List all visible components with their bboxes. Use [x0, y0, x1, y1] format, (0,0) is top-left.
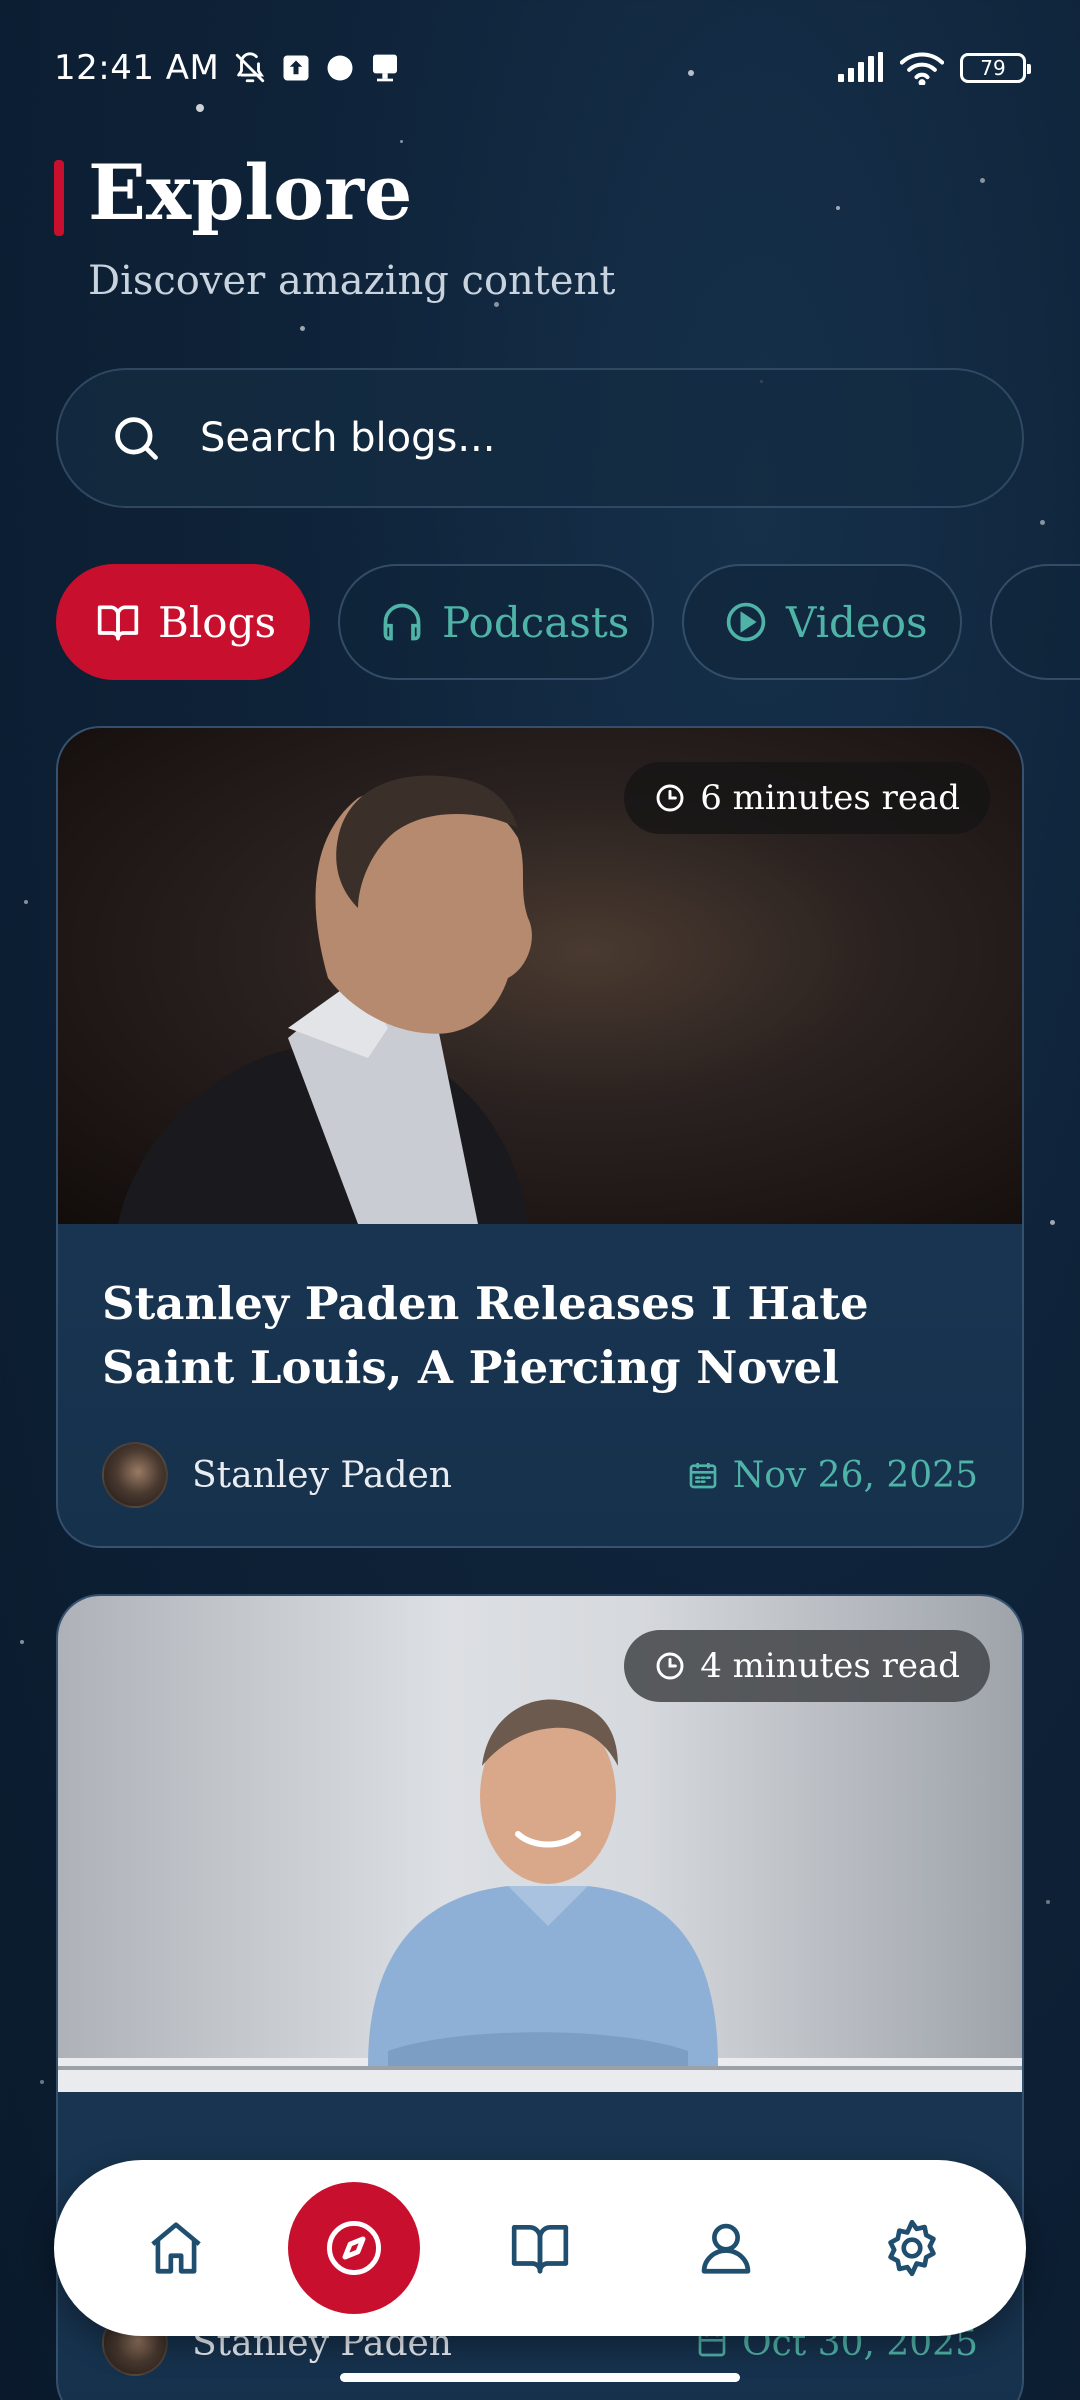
- post-title[interactable]: Stanley Paden Releases I Hate Saint Loui…: [102, 1272, 978, 1400]
- tab-more[interactable]: [990, 564, 1080, 680]
- play-circle-icon: [724, 600, 768, 644]
- notifications-off-icon: [233, 51, 267, 85]
- post-image: 4 minutes read: [58, 1596, 1022, 2092]
- nav-library[interactable]: [500, 2208, 580, 2288]
- clock-icon: [654, 1650, 686, 1682]
- circle-status-icon: [325, 53, 355, 83]
- status-time: 12:41 AM: [54, 48, 220, 88]
- category-tabs: Blogs Podcasts Videos: [56, 564, 1080, 680]
- nav-profile[interactable]: [686, 2208, 766, 2288]
- read-time-text: 6 minutes read: [700, 778, 960, 818]
- tab-blogs-label: Blogs: [158, 597, 277, 647]
- cast-icon: [369, 52, 401, 84]
- avatar: [102, 1442, 168, 1508]
- book-icon: [509, 2217, 571, 2279]
- wifi-icon: [900, 51, 944, 85]
- nav-settings[interactable]: [872, 2208, 952, 2288]
- post-author[interactable]: Stanley Paden: [102, 1442, 452, 1508]
- headphones-icon: [380, 600, 424, 644]
- nav-home[interactable]: [136, 2208, 216, 2288]
- compass-icon: [323, 2217, 385, 2279]
- read-time-text: 4 minutes read: [700, 1646, 960, 1686]
- nav-explore[interactable]: [288, 2182, 420, 2314]
- search-input[interactable]: Search blogs...: [200, 415, 496, 461]
- status-right: 79: [836, 51, 1031, 85]
- tab-podcasts-label: Podcasts: [442, 597, 630, 647]
- bottom-nav: [54, 2160, 1026, 2336]
- page-subtitle: Discover amazing content: [88, 258, 616, 304]
- gear-icon: [881, 2217, 943, 2279]
- book-open-icon: [96, 600, 140, 644]
- search-bar[interactable]: Search blogs...: [56, 368, 1024, 508]
- post-meta: Stanley Paden Nov 26, 2025: [102, 1442, 978, 1508]
- tab-videos[interactable]: Videos: [682, 564, 962, 680]
- post-image: 6 minutes read: [58, 728, 1022, 1224]
- tab-videos-label: Videos: [786, 597, 928, 647]
- search-icon: [110, 412, 162, 464]
- status-left: 12:41 AM: [54, 48, 401, 88]
- signal-icon: [836, 52, 884, 84]
- tab-blogs[interactable]: Blogs: [56, 564, 310, 680]
- user-icon: [695, 2217, 757, 2279]
- clock-icon: [654, 782, 686, 814]
- author-name: Stanley Paden: [192, 1454, 452, 1496]
- home-indicator[interactable]: [340, 2373, 740, 2382]
- post-date: Nov 26, 2025: [687, 1455, 978, 1496]
- status-bar: 12:41 AM 79: [54, 40, 1031, 96]
- home-icon: [145, 2217, 207, 2279]
- read-time-badge: 6 minutes read: [624, 762, 990, 834]
- read-time-badge: 4 minutes read: [624, 1630, 990, 1702]
- battery-indicator: 79: [960, 53, 1031, 83]
- post-card[interactable]: 6 minutes read Stanley Paden Releases I …: [56, 726, 1024, 1548]
- page-title: Explore: [88, 148, 413, 237]
- upload-icon: [281, 53, 311, 83]
- tab-podcasts[interactable]: Podcasts: [338, 564, 654, 680]
- post-date-text: Nov 26, 2025: [732, 1454, 978, 1496]
- title-accent-bar: [54, 160, 64, 236]
- post-body: Stanley Paden Releases I Hate Saint Loui…: [58, 1224, 1022, 1508]
- calendar-icon: [687, 1459, 719, 1491]
